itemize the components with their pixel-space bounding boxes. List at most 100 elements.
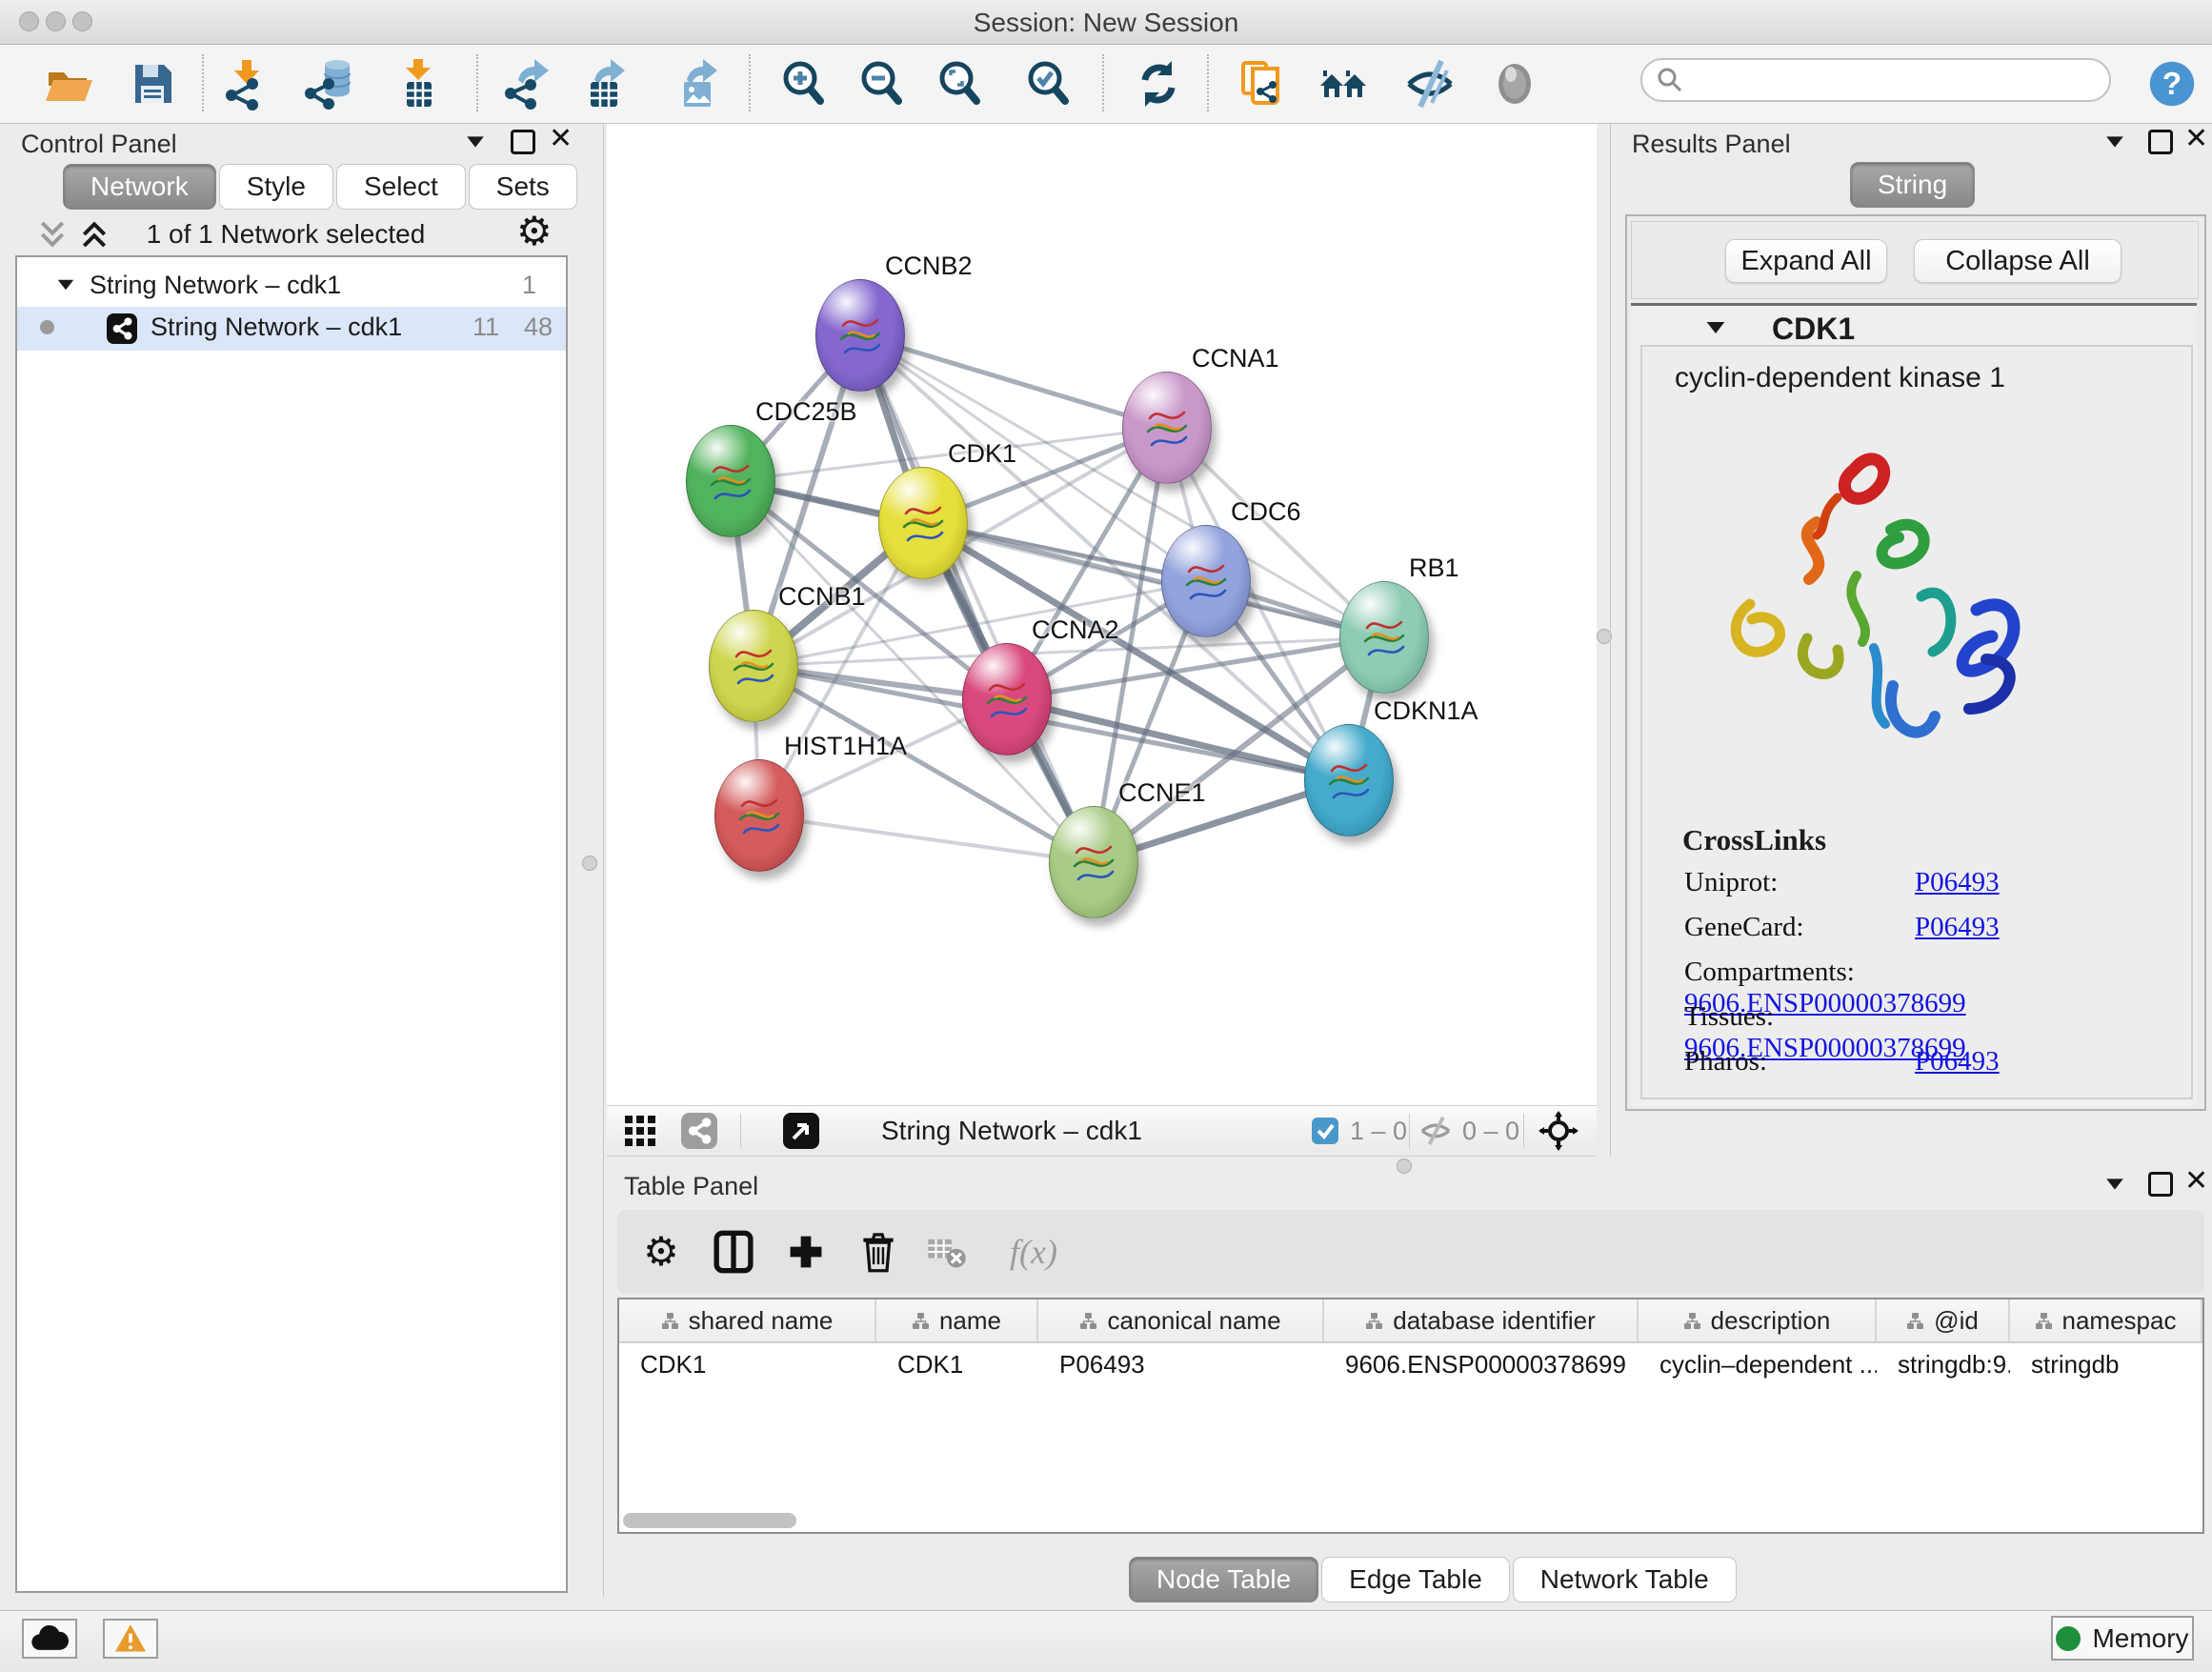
export-table-button[interactable] (575, 52, 636, 115)
show-columns-button[interactable] (703, 1221, 764, 1282)
network-edge-CCNB2-CCNA1[interactable] (860, 335, 1167, 428)
checkbox-icon (1312, 1118, 1338, 1144)
expand-all-icon[interactable] (78, 219, 111, 250)
search-input[interactable] (1684, 65, 2088, 96)
close-panel-icon[interactable]: ✕ (2184, 1172, 2208, 1191)
export-network-button[interactable] (497, 52, 558, 115)
birdseye-toggle-button[interactable] (624, 1106, 656, 1156)
table-row[interactable]: CDK1CDK1P064939606.ENSP00000378699cyclin… (619, 1343, 2202, 1385)
table-settings-button[interactable]: ⚙ (631, 1221, 692, 1282)
control-panel-tabs: NetworkStyleSelectSets (63, 164, 580, 210)
node-CDKN1A[interactable] (1304, 724, 1394, 836)
svg-text:?: ? (2162, 67, 2182, 102)
collapse-all-button[interactable]: Collapse All (1914, 239, 2122, 283)
hidden-toggle-button[interactable] (1418, 1106, 1453, 1156)
memory-status-icon (2056, 1626, 2081, 1651)
string-import-button[interactable] (1232, 52, 1293, 115)
export-image-button[interactable] (668, 52, 729, 115)
left-splitter-handle[interactable] (582, 856, 597, 871)
column-header-description[interactable]: description (1639, 1299, 1877, 1341)
tab-network[interactable]: Network (63, 164, 216, 210)
column-header-canonical-name[interactable]: canonical name (1038, 1299, 1324, 1341)
collapse-all-icon[interactable] (36, 219, 69, 250)
save-session-button[interactable] (122, 52, 183, 115)
network-canvas[interactable]: CCNB2CCNA1CDC25BCDK1CDC6RB1CCNB1CCNA2CDK… (607, 124, 1597, 1105)
pan-mode-button[interactable] (1538, 1106, 1579, 1156)
table-horizontal-scrollbar[interactable] (623, 1513, 796, 1528)
tab-node-table[interactable]: Node Table (1129, 1557, 1318, 1602)
close-panel-icon[interactable]: ✕ (2184, 130, 2208, 149)
tab-string[interactable]: String (1850, 162, 1975, 208)
node-CCNA2[interactable] (962, 643, 1052, 755)
zoom-fit-button[interactable] (930, 52, 991, 115)
column-header-database-identifier[interactable]: database identifier (1324, 1299, 1639, 1341)
crosslink-label: Uniprot: (1684, 867, 1915, 898)
crosslink-link[interactable]: P06493 (1915, 912, 2000, 942)
zoom-selected-button[interactable] (1018, 52, 1079, 115)
detach-view-button[interactable] (783, 1106, 819, 1156)
node-RB1[interactable] (1339, 581, 1429, 694)
float-panel-icon[interactable] (511, 130, 535, 154)
export-network-icon (501, 57, 554, 111)
import-network-database-button[interactable] (299, 52, 360, 115)
column-header-name[interactable]: name (876, 1299, 1038, 1341)
column-header-namespac[interactable]: namespac (2010, 1299, 2202, 1341)
close-panel-icon[interactable]: ✕ (549, 130, 573, 149)
node-CDC25B[interactable] (686, 425, 775, 537)
expand-all-button[interactable]: Expand All (1725, 239, 1887, 283)
help-button[interactable]: ? (2142, 52, 2202, 115)
create-column-button[interactable] (775, 1221, 836, 1282)
network-edge-CCNE1-HIST1H1A[interactable] (759, 816, 1094, 862)
search-box[interactable] (1640, 58, 2111, 102)
section-collapse-icon[interactable] (1707, 322, 1725, 333)
tab-edge-table[interactable]: Edge Table (1321, 1557, 1510, 1602)
node-CCNA1[interactable] (1122, 372, 1212, 484)
network-options-gear-icon[interactable]: ⚙ (516, 212, 553, 252)
import-network-file-button[interactable] (217, 52, 278, 115)
hide-unhide-button[interactable] (1399, 52, 1460, 115)
delete-column-button[interactable] (848, 1221, 909, 1282)
network-edge-CCNB2-CCNE1[interactable] (860, 335, 1094, 862)
refresh-view-button[interactable] (1128, 52, 1189, 115)
tab-select[interactable]: Select (336, 164, 466, 210)
glass-ball-button[interactable] (1484, 52, 1545, 115)
cloud-status-button[interactable] (22, 1619, 77, 1659)
node-CDC6[interactable] (1161, 525, 1251, 637)
tab-style[interactable]: Style (219, 164, 333, 210)
node-CCNE1[interactable] (1049, 806, 1138, 918)
open-session-button[interactable] (37, 52, 98, 115)
crosslink-row: GeneCard:P06493 (1684, 912, 2000, 943)
network-collection-row[interactable]: String Network – cdk1 1 (17, 265, 566, 309)
column-attribute-icon (1683, 1312, 1701, 1330)
node-CCNB1[interactable] (709, 610, 798, 722)
float-panel-icon[interactable] (2148, 1172, 2173, 1197)
search-icon (1656, 66, 1684, 94)
tree-expand-icon[interactable] (58, 280, 74, 291)
panel-menu-icon[interactable] (467, 136, 484, 147)
node-CDK1[interactable] (878, 467, 968, 579)
network-overview-button[interactable] (681, 1106, 717, 1156)
home-button[interactable] (1313, 52, 1374, 115)
zoom-in-button[interactable] (774, 52, 835, 115)
crosslink-link[interactable]: P06493 (1915, 1046, 2000, 1077)
tab-network-table[interactable]: Network Table (1513, 1557, 1737, 1602)
float-panel-icon[interactable] (2148, 130, 2173, 154)
memory-button[interactable]: Memory (2051, 1616, 2194, 1661)
column-header--id[interactable]: @id (1877, 1299, 2010, 1341)
column-header-shared-name[interactable]: shared name (619, 1299, 876, 1341)
crosslink-link[interactable]: P06493 (1915, 867, 2000, 897)
crosslink-label: GeneCard: (1684, 912, 1915, 943)
selected-checkbox[interactable] (1312, 1106, 1338, 1156)
node-CCNB2[interactable] (815, 279, 905, 392)
panel-menu-icon[interactable] (2106, 136, 2123, 147)
tab-sets[interactable]: Sets (469, 164, 577, 210)
zoom-in-icon (777, 57, 831, 111)
column-header-label: name (939, 1306, 1001, 1336)
warnings-button[interactable] (103, 1619, 158, 1659)
zoom-out-button[interactable] (852, 52, 913, 115)
network-row-selected[interactable]: String Network – cdk1 11 48 (17, 307, 566, 351)
network-view-title: String Network – cdk1 (881, 1106, 1142, 1156)
node-HIST1H1A[interactable] (714, 759, 804, 872)
import-table-file-button[interactable] (388, 52, 449, 115)
panel-menu-icon[interactable] (2106, 1178, 2123, 1189)
